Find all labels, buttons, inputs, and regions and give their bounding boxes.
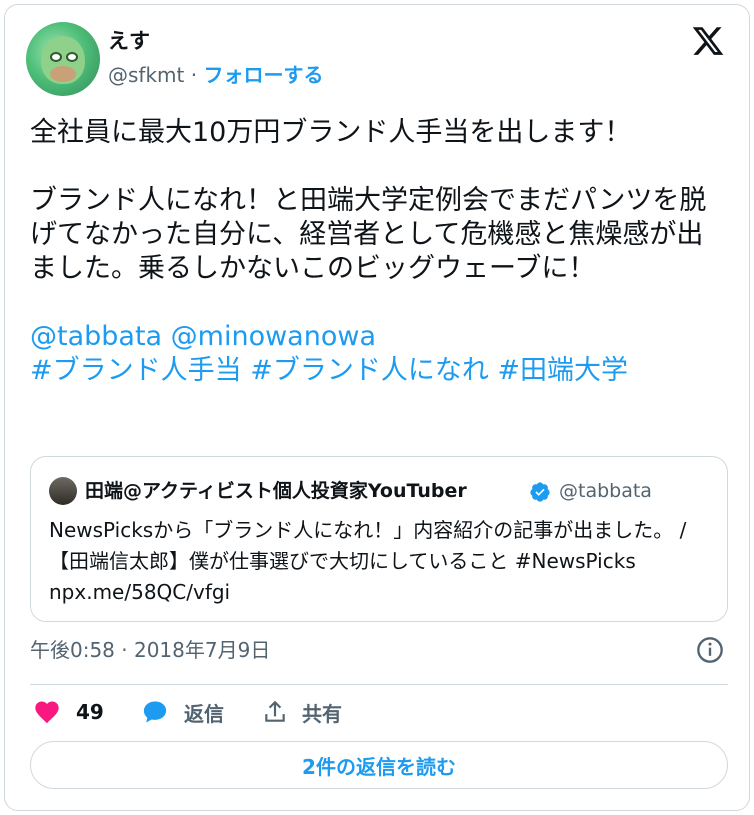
tweet-paragraph-2: ブランド人になれ！と田端大学定例会でまだパンツを脱げてなかった自分に、経営者とし… xyxy=(30,185,707,284)
share-icon[interactable] xyxy=(262,698,288,726)
like-count: 49 xyxy=(76,700,104,724)
quoted-author-name: 田端@アクティビスト個人投資家YouTuber xyxy=(85,480,467,502)
author-handle[interactable]: @sfkmt xyxy=(108,63,184,87)
share-action[interactable]: 共有 xyxy=(262,696,342,728)
author-name[interactable]: えす xyxy=(108,28,150,54)
quoted-tweet[interactable]: 田端@アクティビスト個人投資家YouTuber @tabbata NewsPic… xyxy=(30,456,728,622)
quoted-tweet-text: NewsPicksから「ブランド人になれ！」内容紹介の記事が出ました。 / 【田… xyxy=(49,518,687,604)
quoted-author-handle: @tabbata xyxy=(559,480,652,502)
tweet-paragraph-1: 全社員に最大10万円ブランド人手当を出します！ xyxy=(30,117,632,148)
reply-label: 返信 xyxy=(184,701,224,726)
info-icon[interactable] xyxy=(696,636,724,664)
heart-icon[interactable] xyxy=(32,698,62,726)
separator: · xyxy=(184,63,204,87)
author-avatar[interactable] xyxy=(26,22,100,96)
tweet-hashtags[interactable]: #ブランド人手当 #ブランド人になれ #田端大学 xyxy=(30,354,730,388)
x-logo-icon[interactable] xyxy=(690,24,726,58)
share-label: 共有 xyxy=(302,701,342,726)
tweet-body: 全社員に最大10万円ブランド人手当を出します！ ブランド人になれ！と田端大学定例… xyxy=(30,116,730,388)
reply-bubble-icon[interactable] xyxy=(140,698,170,726)
author-handle-row: @sfkmt · フォローする xyxy=(108,62,323,88)
quoted-author-avatar xyxy=(49,477,77,505)
divider xyxy=(30,684,728,685)
read-replies-button[interactable]: 2件の返信を読む xyxy=(30,741,728,789)
verified-badge-icon xyxy=(530,482,550,502)
tweet-timestamp[interactable]: 午後0:58 · 2018年7月9日 xyxy=(30,636,270,664)
follow-button[interactable]: フォローする xyxy=(203,63,323,87)
tweet-mentions[interactable]: @tabbata @minowanowa xyxy=(30,320,730,354)
reply-action[interactable]: 返信 xyxy=(140,696,224,728)
like-action[interactable]: 49 xyxy=(32,696,104,728)
